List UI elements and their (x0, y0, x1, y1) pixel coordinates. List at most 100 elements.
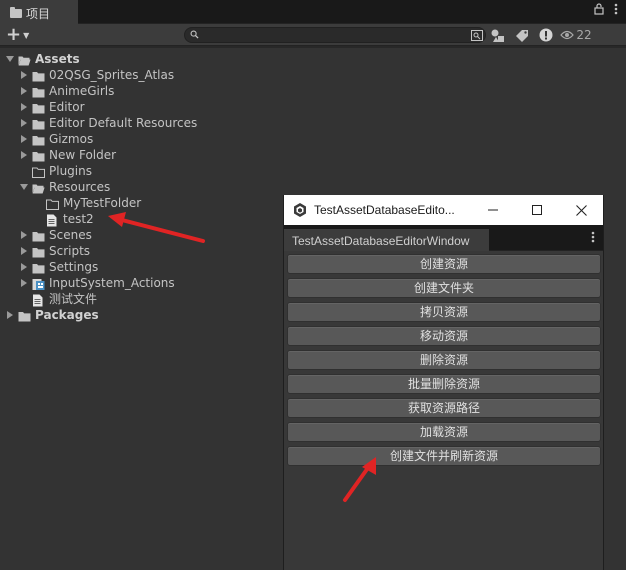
no-arrow-spacer (19, 294, 29, 304)
chevron-down-icon: ▼ (23, 30, 30, 40)
tree-item-label: Editor (49, 100, 85, 114)
editor-window: TestAssetDatabaseEdito... TestAssetDatab… (283, 195, 604, 570)
hidden-packages-toggle[interactable]: 22 (558, 25, 594, 45)
tree-item-02qsg-sprites-atlas[interactable]: 02QSG_Sprites_Atlas (19, 67, 174, 83)
window-titlebar[interactable]: TestAssetDatabaseEdito... (284, 195, 603, 225)
tree-item-scripts[interactable]: Scripts (19, 243, 90, 259)
tree-item-mytestfolder[interactable]: MyTestFolder (33, 195, 141, 211)
load-asset-button[interactable]: 加载资源 (287, 422, 601, 442)
text-file-icon (32, 294, 45, 306)
create-folder-button[interactable]: 创建文件夹 (287, 278, 601, 298)
text-file-icon (46, 214, 59, 226)
tree-item-label: MyTestFolder (63, 196, 142, 210)
expand-arrow-right-icon[interactable] (19, 134, 29, 144)
tree-item-label: test2 (63, 212, 94, 226)
folder-open-icon (18, 54, 31, 65)
tree-item-assets[interactable]: Assets (5, 51, 80, 67)
input-actions-icon (32, 278, 45, 290)
tree-item-label: Packages (35, 308, 99, 322)
expand-arrow-right-icon[interactable] (19, 118, 29, 128)
empty-folder-icon (46, 198, 59, 210)
expand-arrow-right-icon[interactable] (19, 278, 29, 288)
folder-icon (32, 262, 45, 273)
tab-project[interactable]: 项目 (0, 0, 78, 24)
search-icon (190, 30, 199, 39)
tree-item-label: InputSystem_Actions (49, 276, 175, 290)
folder-icon (32, 102, 45, 113)
folder-icon (32, 70, 45, 81)
tree-item-new-folder[interactable]: New Folder (19, 147, 116, 163)
tab-editor-window-label: TestAssetDatabaseEditorWindow (292, 234, 470, 248)
tree-item-label: Plugins (49, 164, 92, 178)
log-filter-button[interactable] (534, 25, 558, 45)
expand-arrow-down-icon[interactable] (19, 182, 29, 192)
tree-item-测试文件[interactable]: 测试文件 (19, 291, 97, 307)
folder-icon (18, 310, 31, 321)
expand-arrow-right-icon[interactable] (19, 246, 29, 256)
shapes-icon (491, 29, 504, 42)
tree-item-label: Scenes (49, 228, 92, 242)
lock-icon[interactable] (594, 3, 604, 15)
search-by-type-button[interactable] (486, 25, 510, 45)
delete-asset-button[interactable]: 删除资源 (287, 350, 601, 370)
expand-arrow-right-icon[interactable] (19, 150, 29, 160)
search-by-type-icon[interactable] (471, 30, 483, 41)
tab-project-label: 项目 (26, 6, 51, 21)
close-button[interactable] (559, 195, 603, 225)
tree-item-animegirls[interactable]: AnimeGirls (19, 83, 114, 99)
create-asset-button[interactable]: 创建资源 (287, 254, 601, 274)
plus-icon: + (6, 24, 22, 45)
minimize-icon (488, 209, 498, 211)
no-arrow-spacer (33, 198, 43, 208)
project-toolbar: + ▼ 22 (0, 24, 626, 46)
more-vertical-icon[interactable] (614, 3, 618, 15)
annotation-arrow-icon (108, 212, 205, 243)
tree-item-settings[interactable]: Settings (19, 259, 98, 275)
tree-item-test2[interactable]: test2 (33, 211, 94, 227)
minimize-button[interactable] (471, 195, 515, 225)
expand-arrow-right-icon[interactable] (19, 86, 29, 96)
tree-item-scenes[interactable]: Scenes (19, 227, 92, 243)
empty-folder-icon (32, 166, 45, 178)
expand-arrow-right-icon[interactable] (19, 230, 29, 240)
tree-item-label: Settings (49, 260, 99, 274)
tree-item-label: Scripts (49, 244, 91, 258)
more-vertical-icon[interactable] (591, 231, 595, 243)
folder-icon (32, 150, 45, 161)
copy-asset-button[interactable]: 拷贝资源 (287, 302, 601, 322)
expand-arrow-down-icon[interactable] (5, 54, 15, 64)
get-asset-path-button[interactable]: 获取资源路径 (287, 398, 601, 418)
tree-item-label: New Folder (49, 148, 117, 162)
batch-delete-button[interactable]: 批量删除资源 (287, 374, 601, 394)
unity-logo-icon (294, 203, 306, 217)
tree-item-gizmos[interactable]: Gizmos (19, 131, 93, 147)
tag-icon (515, 29, 528, 42)
no-arrow-spacer (33, 214, 43, 224)
alert-icon (539, 28, 553, 42)
tree-item-label: Assets (35, 52, 80, 66)
tree-item-label: Resources (49, 180, 111, 194)
expand-arrow-right-icon[interactable] (19, 70, 29, 80)
create-button[interactable]: + ▼ (6, 25, 34, 45)
tree-item-plugins[interactable]: Plugins (19, 163, 92, 179)
tab-editor-window[interactable]: TestAssetDatabaseEditorWindow (284, 229, 489, 251)
expand-arrow-right-icon[interactable] (19, 102, 29, 112)
tree-item-resources[interactable]: Resources (19, 179, 110, 195)
create-file-refresh-button[interactable]: 创建文件并刷新资源 (287, 446, 601, 466)
folder-icon (10, 6, 22, 18)
button-list: 创建资源 创建文件夹 拷贝资源 移动资源 删除资源 批量删除资源 获取资源路径 … (284, 251, 603, 466)
tree-item-editor-default-resources[interactable]: Editor Default Resources (19, 115, 197, 131)
maximize-button[interactable] (515, 195, 559, 225)
window-tabbar: TestAssetDatabaseEditorWindow (284, 225, 603, 251)
search-input[interactable] (184, 27, 486, 43)
annotation-arrow-icon (343, 457, 376, 502)
tree-item-packages[interactable]: Packages (5, 307, 99, 323)
tree-item-label: Editor Default Resources (49, 116, 198, 130)
move-asset-button[interactable]: 移动资源 (287, 326, 601, 346)
expand-arrow-right-icon[interactable] (19, 262, 29, 272)
tree-item-editor[interactable]: Editor (19, 99, 85, 115)
expand-arrow-right-icon[interactable] (5, 310, 15, 320)
maximize-icon (532, 205, 542, 215)
tree-item-inputsystem-actions[interactable]: InputSystem_Actions (19, 275, 175, 291)
search-by-label-button[interactable] (510, 25, 534, 45)
